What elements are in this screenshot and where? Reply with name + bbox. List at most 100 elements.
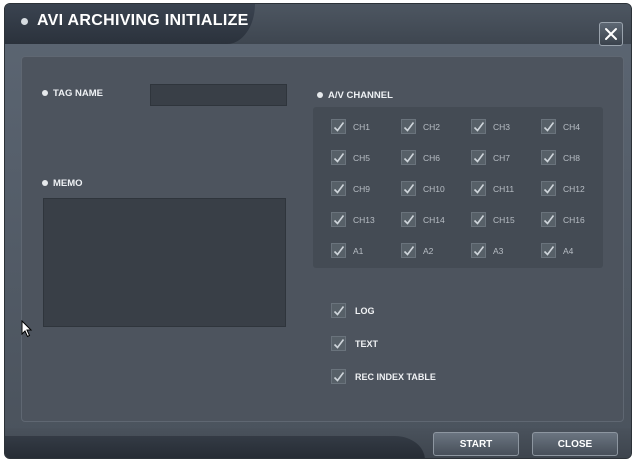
checkmark-icon [473, 245, 484, 256]
channel-label: CH12 [563, 183, 585, 194]
checkbox-box[interactable] [401, 243, 416, 258]
option-label: REC INDEX TABLE [355, 371, 436, 382]
checkbox-box[interactable] [471, 181, 486, 196]
channel-label: CH6 [423, 152, 441, 163]
checkmark-icon [333, 152, 344, 163]
footer-tab [5, 436, 425, 458]
checkmark-icon [543, 245, 554, 256]
checkbox-box[interactable] [331, 212, 346, 227]
channel-ch16-checkbox[interactable]: CH16 [541, 212, 585, 227]
checkbox-box[interactable] [331, 303, 346, 318]
checkmark-icon [543, 183, 554, 194]
checkmark-icon [473, 183, 484, 194]
channel-label: CH13 [353, 214, 375, 225]
checkmark-icon [333, 121, 344, 132]
channel-label: CH10 [423, 183, 445, 194]
checkmark-icon [333, 245, 344, 256]
channel-ch2-checkbox[interactable]: CH2 [401, 119, 440, 134]
checkbox-box[interactable] [541, 243, 556, 258]
channel-ch3-checkbox[interactable]: CH3 [471, 119, 510, 134]
option-rec-index-table-checkbox[interactable]: REC INDEX TABLE [331, 369, 436, 384]
channel-a4-checkbox[interactable]: A4 [541, 243, 573, 258]
checkbox-box[interactable] [401, 181, 416, 196]
checkbox-box[interactable] [401, 150, 416, 165]
channel-ch12-checkbox[interactable]: CH12 [541, 181, 585, 196]
channel-ch13-checkbox[interactable]: CH13 [331, 212, 375, 227]
option-label: TEXT [355, 338, 379, 349]
channel-ch10-checkbox[interactable]: CH10 [401, 181, 445, 196]
checkbox-box[interactable] [331, 150, 346, 165]
tag-name-label: TAG NAME [53, 88, 103, 99]
option-text-checkbox[interactable]: TEXT [331, 336, 378, 351]
checkbox-box[interactable] [331, 369, 346, 384]
checkbox-box[interactable] [401, 119, 416, 134]
checkmark-icon [543, 121, 554, 132]
checkmark-icon [333, 338, 344, 349]
checkmark-icon [543, 152, 554, 163]
channel-ch14-checkbox[interactable]: CH14 [401, 212, 445, 227]
tag-name-bullet-icon [42, 90, 48, 96]
checkbox-box[interactable] [471, 150, 486, 165]
channel-ch1-checkbox[interactable]: CH1 [331, 119, 370, 134]
checkmark-icon [403, 121, 414, 132]
checkbox-box[interactable] [401, 212, 416, 227]
content-panel: TAG NAME MEMO A/V CHANNEL CH1 CH2 CH3 CH4 CH… [21, 56, 624, 422]
dialog-window: AVI ARCHIVING INITIALIZE TAG NAME MEMO A… [4, 3, 632, 459]
channel-label: CH1 [353, 121, 371, 132]
checkbox-box[interactable] [541, 212, 556, 227]
checkmark-icon [333, 214, 344, 225]
checkmark-icon [473, 121, 484, 132]
checkbox-box[interactable] [541, 181, 556, 196]
channel-ch5-checkbox[interactable]: CH5 [331, 150, 370, 165]
channel-label: A4 [563, 245, 574, 256]
checkmark-icon [543, 214, 554, 225]
channel-ch9-checkbox[interactable]: CH9 [331, 181, 370, 196]
channel-a2-checkbox[interactable]: A2 [401, 243, 433, 258]
channel-a3-checkbox[interactable]: A3 [471, 243, 503, 258]
close-window-button[interactable] [599, 22, 623, 46]
checkmark-icon [403, 245, 414, 256]
checkbox-box[interactable] [541, 150, 556, 165]
channel-label: CH14 [423, 214, 445, 225]
checkbox-box[interactable] [331, 336, 346, 351]
checkbox-box[interactable] [471, 243, 486, 258]
title-bullet-icon [21, 18, 28, 25]
channel-ch8-checkbox[interactable]: CH8 [541, 150, 580, 165]
checkmark-icon [473, 152, 484, 163]
checkmark-icon [403, 152, 414, 163]
channel-a1-checkbox[interactable]: A1 [331, 243, 363, 258]
checkmark-icon [333, 183, 344, 194]
channel-label: CH5 [353, 152, 371, 163]
checkbox-box[interactable] [331, 119, 346, 134]
close-button[interactable]: CLOSE [532, 432, 618, 456]
checkbox-box[interactable] [331, 243, 346, 258]
channel-ch4-checkbox[interactable]: CH4 [541, 119, 580, 134]
channel-ch7-checkbox[interactable]: CH7 [471, 150, 510, 165]
checkbox-box[interactable] [471, 212, 486, 227]
channel-label: CH15 [493, 214, 515, 225]
start-button[interactable]: START [433, 432, 519, 456]
checkmark-icon [333, 371, 344, 382]
checkbox-box[interactable] [541, 119, 556, 134]
memo-textarea[interactable] [43, 198, 286, 327]
checkbox-box[interactable] [331, 181, 346, 196]
channel-ch15-checkbox[interactable]: CH15 [471, 212, 515, 227]
window-title: AVI ARCHIVING INITIALIZE [37, 12, 249, 29]
channel-label: CH11 [493, 183, 515, 194]
tag-name-input[interactable] [150, 84, 287, 106]
channel-ch11-checkbox[interactable]: CH11 [471, 181, 514, 196]
channel-ch6-checkbox[interactable]: CH6 [401, 150, 440, 165]
mouse-cursor-icon [21, 320, 33, 338]
channel-label: CH7 [493, 152, 511, 163]
checkmark-icon [403, 183, 414, 194]
option-label: LOG [355, 305, 375, 316]
channel-label: A1 [353, 245, 364, 256]
channel-label: A2 [423, 245, 434, 256]
memo-label: MEMO [53, 178, 83, 189]
channel-label: CH2 [423, 121, 441, 132]
close-icon [605, 28, 617, 40]
option-log-checkbox[interactable]: LOG [331, 303, 375, 318]
checkbox-box[interactable] [471, 119, 486, 134]
channel-label: CH8 [563, 152, 581, 163]
channel-grid: CH1 CH2 CH3 CH4 CH5 CH6 CH7 CH8 CH9 CH10 CH11 CH12 C… [313, 107, 603, 268]
